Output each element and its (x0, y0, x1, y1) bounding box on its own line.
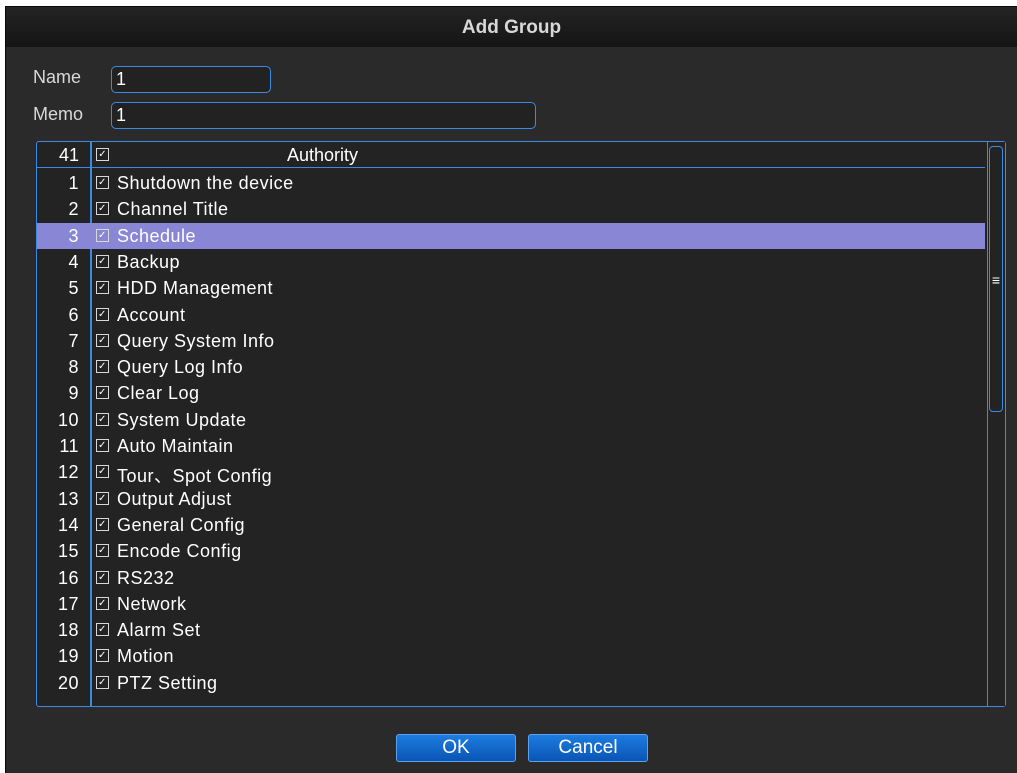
row-number: 20 (57, 672, 79, 693)
header-count: 41 (58, 145, 79, 165)
row-label: Schedule (117, 225, 197, 246)
scrollbar[interactable]: ≡ (987, 142, 1005, 706)
row-checkbox[interactable]: ✓ (96, 517, 109, 531)
row-number: 6 (68, 304, 79, 325)
title-bar: Add Group (6, 7, 1017, 47)
row-number: 12 (57, 462, 79, 483)
row-number: 15 (57, 541, 79, 562)
row-number: 1 (68, 173, 79, 193)
dialog-title: Add Group (461, 17, 562, 38)
row-label: Network (117, 593, 187, 614)
add-group-dialog: Add Group Name Memo 41 ✓ Authority 1 ✓ Shu… (5, 6, 1017, 773)
list-item[interactable]: 3 ✓ Schedule (37, 222, 985, 249)
list-item[interactable]: 14 ✓ General Config (37, 512, 985, 538)
row-label: Channel Title (117, 199, 229, 220)
row-number: 7 (68, 330, 79, 351)
memo-input[interactable] (111, 102, 536, 129)
row-label: Encode Config (117, 541, 242, 562)
row-checkbox[interactable]: ✓ (96, 307, 109, 321)
row-checkbox[interactable]: ✓ (96, 412, 109, 426)
row-checkbox[interactable]: ✓ (96, 254, 109, 268)
row-number: 3 (68, 225, 79, 246)
row-label: Shutdown the device (117, 173, 294, 193)
row-number: 18 (57, 620, 79, 641)
row-number: 9 (68, 383, 79, 404)
row-checkbox[interactable]: ✓ (96, 675, 109, 689)
list-item[interactable]: 9 ✓ Clear Log (37, 380, 985, 406)
row-checkbox[interactable]: ✓ (96, 596, 109, 610)
row-label: RS232 (117, 567, 175, 588)
list-item[interactable]: 8 ✓ Query Log Info (37, 354, 985, 380)
scrollbar-thumb[interactable]: ≡ (989, 146, 1003, 412)
row-number: 17 (57, 593, 79, 614)
list-item[interactable]: 17 ✓ Network (37, 591, 985, 617)
ok-button[interactable]: OK (396, 734, 516, 762)
row-number: 13 (57, 488, 79, 509)
row-checkbox[interactable]: ✓ (96, 281, 109, 295)
header-authority-label: Authority (287, 145, 359, 165)
row-number: 4 (68, 251, 79, 272)
row-checkbox[interactable]: ✓ (96, 649, 109, 663)
row-label: Clear Log (117, 383, 200, 404)
row-label: Account (117, 304, 186, 325)
grip-icon: ≡ (991, 272, 1001, 288)
row-number: 11 (59, 436, 79, 456)
list-item[interactable]: 20 ✓ PTZ Setting (37, 670, 985, 696)
list-item[interactable]: 19 ✓ Motion (37, 643, 985, 669)
name-input[interactable] (111, 66, 271, 93)
row-checkbox[interactable]: ✓ (96, 439, 109, 452)
list-item[interactable]: 1 ✓ Shutdown the device (37, 170, 985, 196)
list-item[interactable]: 6 ✓ Account (37, 302, 985, 328)
row-label: General Config (117, 514, 246, 535)
row-label: Query System Info (117, 330, 275, 351)
list-item[interactable]: 15 ✓ Encode Config (37, 538, 985, 564)
row-label: PTZ Setting (117, 672, 218, 693)
memo-label: Memo (33, 104, 84, 124)
list-item[interactable]: 11 ✓ Auto Maintain (37, 433, 985, 459)
row-label: Alarm Set (117, 620, 201, 641)
cancel-button[interactable]: Cancel (528, 734, 648, 762)
list-item[interactable]: 13 ✓ Output Adjust (37, 486, 985, 512)
row-number: 8 (68, 357, 79, 378)
row-number: 14 (57, 514, 79, 535)
row-label: Auto Maintain (117, 436, 234, 456)
row-number: 2 (68, 199, 79, 220)
row-number: 16 (57, 567, 79, 588)
row-number: 10 (57, 409, 79, 430)
row-label: Motion (117, 646, 175, 667)
row-checkbox[interactable]: ✓ (96, 465, 109, 479)
row-checkbox[interactable]: ✓ (96, 360, 109, 374)
row-checkbox[interactable]: ✓ (96, 176, 109, 189)
row-number: 5 (68, 278, 79, 299)
row-label: Tour、Spot Config (117, 466, 273, 487)
row-label: Query Log Info (117, 357, 244, 378)
list-item[interactable]: 4 ✓ Backup (37, 249, 985, 275)
row-label: System Update (117, 409, 247, 430)
select-all-checkbox[interactable]: ✓ (96, 148, 109, 161)
authority-list-header: 41 ✓ Authority (37, 142, 985, 168)
row-label: Backup (117, 251, 181, 272)
row-checkbox[interactable]: ✓ (96, 570, 109, 584)
row-checkbox[interactable]: ✓ (96, 333, 109, 347)
row-checkbox[interactable]: ✓ (96, 491, 109, 505)
list-item[interactable]: 18 ✓ Alarm Set (37, 617, 985, 643)
row-checkbox[interactable]: ✓ (96, 386, 109, 400)
list-item[interactable]: 16 ✓ RS232 (37, 565, 985, 591)
row-label: HDD Management (117, 278, 274, 299)
row-label: Output Adjust (117, 488, 232, 509)
row-checkbox[interactable]: ✓ (96, 544, 109, 558)
row-checkbox[interactable]: ✓ (96, 202, 109, 216)
row-checkbox[interactable]: ✓ (96, 623, 109, 637)
row-checkbox[interactable]: ✓ (96, 228, 109, 242)
name-label: Name (33, 67, 82, 87)
list-item[interactable]: 7 ✓ Query System Info (37, 328, 985, 354)
authority-list: 41 ✓ Authority 1 ✓ Shutdown the device 2 ✓ Ch… (36, 141, 1006, 707)
row-number: 19 (57, 646, 79, 667)
list-item[interactable]: 2 ✓ Channel Title (37, 196, 985, 222)
list-item[interactable]: 10 ✓ System Update (37, 407, 985, 433)
list-item[interactable]: 12 ✓ Tour、Spot Config (37, 459, 985, 487)
list-item[interactable]: 5 ✓ HDD Management (37, 275, 985, 301)
